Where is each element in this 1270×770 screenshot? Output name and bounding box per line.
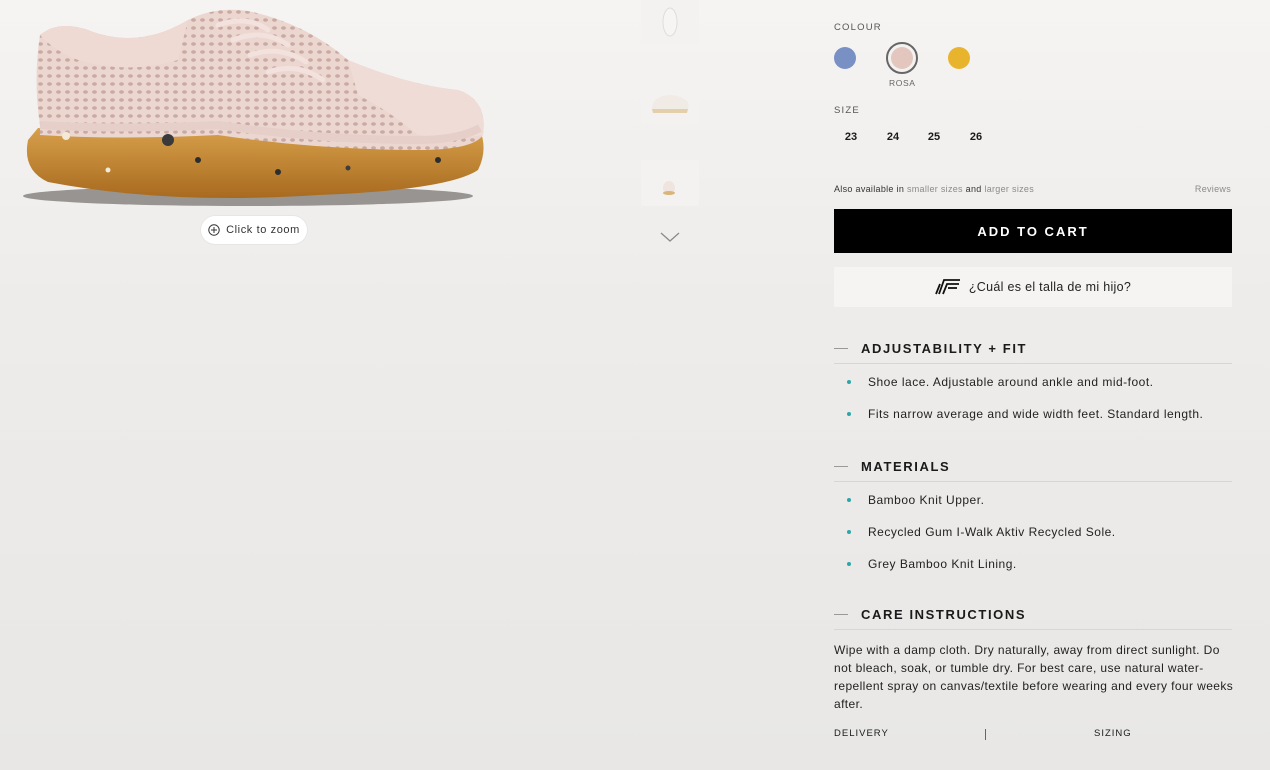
list-item: Bamboo Knit Upper.: [847, 493, 984, 507]
colour-swatch-blue[interactable]: [834, 47, 856, 69]
bullet-dot-icon: [847, 380, 851, 384]
thumbnail-3-image: [663, 181, 675, 195]
larger-sizes-link[interactable]: larger sizes: [984, 184, 1034, 194]
section-materials-title: MATERIALS: [861, 458, 951, 474]
list-item: Fits narrow average and wide width feet.…: [847, 407, 1203, 421]
chevron-down-icon[interactable]: [659, 230, 681, 244]
bullet-dot-icon: [847, 412, 851, 416]
section-care-header[interactable]: CARE INSTRUCTIONS: [834, 599, 1232, 630]
colour-label: COLOUR: [834, 22, 882, 33]
bullet-dot-icon: [847, 562, 851, 566]
bullet-dot-icon: [847, 530, 851, 534]
availability-prefix: Also available in: [834, 184, 907, 194]
list-item: Recycled Gum I-Walk Aktiv Recycled Sole.: [847, 525, 1116, 539]
selected-colour-name: ROSA: [889, 78, 916, 88]
list-item-text: Bamboo Knit Upper.: [868, 493, 985, 507]
tab-sizing[interactable]: SIZING: [1094, 728, 1132, 739]
list-item-text: Shoe lace. Adjustable around ankle and m…: [868, 375, 1154, 389]
reviews-link[interactable]: Reviews: [1195, 184, 1231, 194]
collapse-dash-icon: [834, 465, 848, 467]
list-item: Shoe lace. Adjustable around ankle and m…: [847, 375, 1154, 389]
section-adjustability-title: ADJUSTABILITY + FIT: [861, 340, 1028, 356]
collapse-dash-icon: [834, 347, 848, 349]
smaller-sizes-link[interactable]: smaller sizes: [907, 184, 963, 194]
availability-and: and: [962, 184, 985, 194]
size-option-26[interactable]: 26: [964, 131, 988, 143]
fit-finder-button[interactable]: ¿Cuál es el talla de mi hijo?: [834, 267, 1232, 307]
tab-delivery[interactable]: DELIVERY: [834, 728, 889, 739]
size-option-25[interactable]: 25: [922, 131, 946, 143]
thumbnail-2-image: [651, 95, 689, 113]
thumbnail-1[interactable]: [641, 0, 699, 44]
add-to-cart-button[interactable]: ADD TO CART: [834, 209, 1232, 253]
zoom-button[interactable]: Click to zoom: [201, 216, 307, 244]
product-image[interactable]: [18, 0, 488, 210]
section-materials-header[interactable]: MATERIALS: [834, 451, 1232, 482]
care-instructions-text: Wipe with a damp cloth. Dry naturally, a…: [834, 643, 1234, 711]
tab-divider: [985, 729, 986, 740]
thumbnail-1-image: [662, 7, 678, 37]
list-item: Grey Bamboo Knit Lining.: [847, 557, 1017, 571]
list-item-text: Recycled Gum I-Walk Aktiv Recycled Sole.: [868, 525, 1116, 539]
colour-swatch-rosa[interactable]: [891, 47, 913, 69]
size-label: SIZE: [834, 105, 860, 116]
size-option-23[interactable]: 23: [839, 131, 863, 143]
bullet-dot-icon: [847, 498, 851, 502]
section-care-title: CARE INSTRUCTIONS: [861, 606, 1027, 622]
thumbnail-2[interactable]: [641, 78, 699, 124]
list-item-text: Grey Bamboo Knit Lining.: [868, 557, 1017, 571]
fit-finder-label: ¿Cuál es el talla de mi hijo?: [968, 280, 1132, 294]
collapse-dash-icon: [834, 613, 848, 615]
section-adjustability-header[interactable]: ADJUSTABILITY + FIT: [834, 333, 1232, 364]
fit-finder-logo-icon: [935, 279, 960, 295]
size-option-24[interactable]: 24: [881, 131, 905, 143]
list-item-text: Fits narrow average and wide width feet.…: [868, 407, 1204, 421]
zoom-plus-icon: [208, 224, 220, 236]
zoom-label: Click to zoom: [226, 224, 300, 236]
availability-line: Also available in smaller sizes and larg…: [834, 184, 1034, 194]
colour-swatch-yellow[interactable]: [948, 47, 970, 69]
thumbnail-3[interactable]: [641, 160, 699, 206]
